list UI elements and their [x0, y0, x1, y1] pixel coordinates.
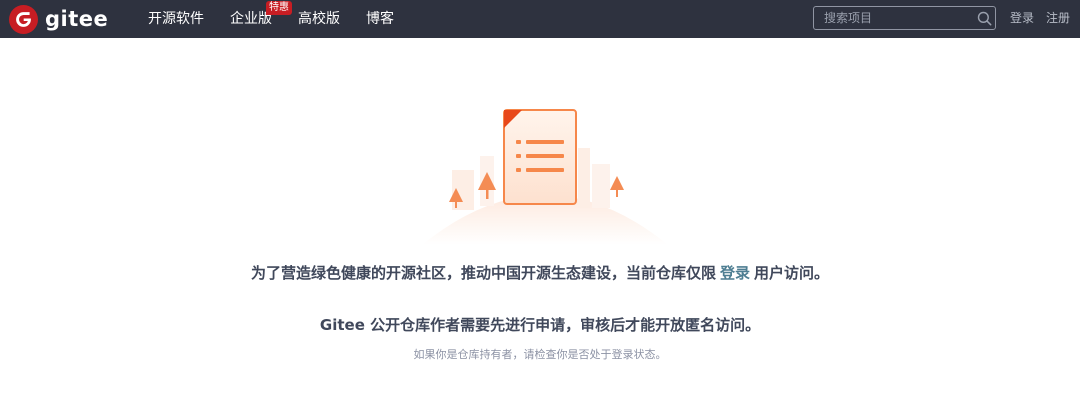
- search-box: [813, 6, 996, 30]
- login-link[interactable]: 登录: [1010, 0, 1034, 36]
- nav-item-education[interactable]: 高校版: [298, 0, 340, 38]
- nav-item-blog[interactable]: 博客: [366, 0, 394, 38]
- search-icon[interactable]: [974, 7, 995, 29]
- inline-login-link[interactable]: 登录: [720, 264, 750, 282]
- gitee-logo[interactable]: gitee: [9, 3, 108, 35]
- gitee-logo-icon: [9, 4, 38, 34]
- main-nav: 开源软件 企业版 特惠 高校版 博客: [148, 0, 420, 38]
- top-navbar: gitee 开源软件 企业版 特惠 高校版 博客 登录 注册: [0, 0, 1080, 38]
- nav-item-enterprise[interactable]: 企业版 特惠: [230, 0, 292, 38]
- anonymous-access-notice: Gitee 公开仓库作者需要先进行申请，审核后才能开放匿名访问。: [319, 316, 761, 334]
- brand-name: gitee: [45, 7, 109, 31]
- access-notice: 为了营造绿色健康的开源社区，推动中国开源生态建设，当前仓库仅限 登录 用户访问。: [0, 262, 1080, 283]
- promo-badge: 特惠: [266, 1, 292, 15]
- register-link[interactable]: 注册: [1046, 0, 1070, 36]
- restricted-repo-illustration: [422, 109, 668, 245]
- nav-item-open-source[interactable]: 开源软件: [148, 0, 204, 38]
- document-icon: [503, 109, 577, 205]
- search-input[interactable]: [814, 7, 974, 29]
- access-notice-text: 为了营造绿色健康的开源社区，推动中国开源生态建设，当前仓库仅限: [250, 264, 716, 282]
- owner-hint: 如果你是仓库持有者，请检查你是否处于登录状态。: [413, 348, 667, 361]
- access-notice-suffix: 用户访问。: [754, 264, 830, 282]
